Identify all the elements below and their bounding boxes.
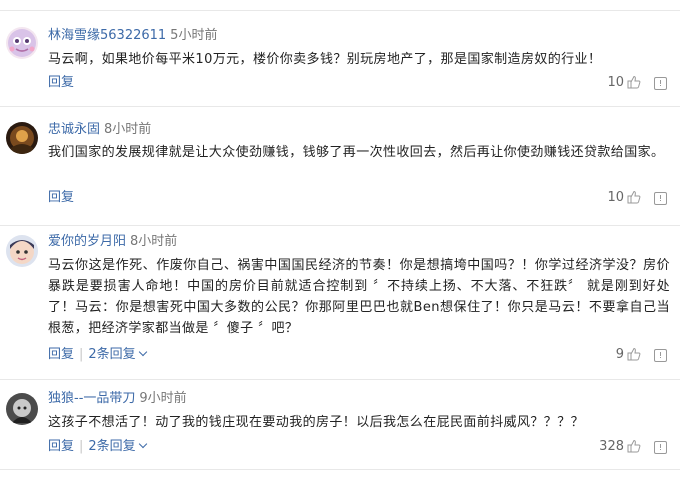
show-replies-button[interactable]: 2条回复 [88,347,147,362]
username[interactable]: 独狼--一品带刀 [48,391,135,406]
replies-count: 2条回复 [88,347,136,362]
reply-button[interactable]: 回复 [48,347,74,362]
report-icon[interactable] [654,192,667,205]
comment-item: 忠诚永固 8小时前 我们国家的发展规律就是让大众使劲赚钱，钱够了再一次性收回去，然… [0,106,680,226]
comment-meta: 爱你的岁月阳 8小时前 [48,234,177,250]
thumbs-up-icon[interactable] [627,439,641,453]
comment-actions: 回复 [48,190,74,206]
comment-time: 9小时前 [139,391,187,406]
action-divider: | [79,439,84,454]
top-divider [0,0,680,11]
comment-meta: 独狼--一品带刀 9小时前 [48,391,187,407]
reply-button[interactable]: 回复 [48,439,74,454]
username[interactable]: 林海雪缘56322611 [48,28,166,43]
avatar[interactable] [6,235,38,267]
thumbs-up-icon[interactable] [627,347,641,361]
like-count: 9 [615,347,624,362]
avatar[interactable] [6,122,38,154]
comment-actions: 回复 [48,75,74,91]
thumbs-up-icon[interactable] [627,190,641,204]
avatar[interactable] [6,27,38,59]
avatar[interactable] [6,393,38,425]
show-replies-button[interactable]: 2条回复 [88,439,147,454]
comment-text: 马云你这是作死、作废你自己、祸害中国国民经济的节奏！你是想搞垮中国吗？！你学过经… [48,258,670,336]
comment-time: 5小时前 [170,28,218,43]
comment-item: 林海雪缘56322611 5小时前 马云啊，如果地价每平米10万元，楼价你卖多钱？… [0,11,680,107]
report-icon[interactable] [654,441,667,454]
like-count: 10 [607,75,624,90]
comment-actions: 回复 | 2条回复 [48,347,147,363]
chevron-down-icon [138,439,147,449]
comment-text: 马云啊，如果地价每平米10万元，楼价你卖多钱？别玩房地产了，那是国家制造房奴的行… [48,52,602,67]
comment-time: 8小时前 [104,122,152,137]
username[interactable]: 爱你的岁月阳 [48,234,126,249]
comment-meta: 林海雪缘56322611 5小时前 [48,28,217,44]
comment-meta: 忠诚永固 8小时前 [48,122,151,138]
reply-button[interactable]: 回复 [48,190,74,205]
comment-item: 爱你的岁月阳 8小时前 马云你这是作死、作废你自己、祸害中国国民经济的节奏！你是想… [0,225,680,380]
comment-text: 我们国家的发展规律就是让大众使劲赚钱，钱够了再一次性收回去，然后再让你使劲赚钱还… [48,145,665,160]
action-divider: | [79,347,84,362]
replies-count: 2条回复 [88,439,136,454]
comment-time: 8小时前 [130,234,178,249]
username[interactable]: 忠诚永固 [48,122,100,137]
report-icon[interactable] [654,349,667,362]
chevron-down-icon [138,347,147,357]
like-count: 10 [607,190,624,205]
like-count: 328 [599,439,624,454]
comment-actions: 回复 | 2条回复 [48,439,147,455]
comment-item: 独狼--一品带刀 9小时前 这孩子不想活了！动了我的钱庄现在要动我的房子！以后我怎… [0,379,680,470]
thumbs-up-icon[interactable] [627,75,641,89]
comment-text: 这孩子不想活了！动了我的钱庄现在要动我的房子！以后我怎么在屁民面前抖威风？？？？ [48,415,585,430]
report-icon[interactable] [654,77,667,90]
reply-button[interactable]: 回复 [48,75,74,90]
